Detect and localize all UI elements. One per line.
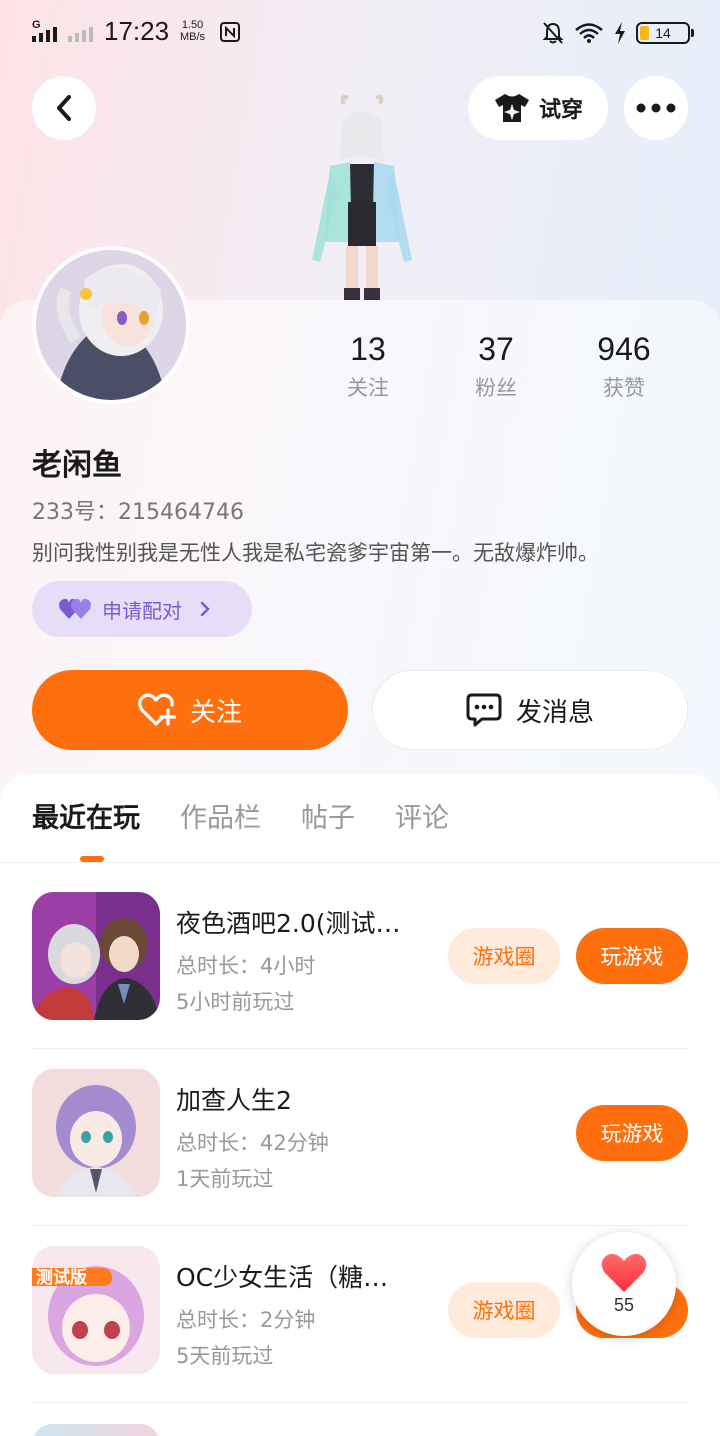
stat-likes-label: 获赞 [603,376,645,400]
network-label: G [32,19,41,31]
apply-pair-button[interactable]: 申请配对 [32,581,252,637]
nfc-icon [220,22,240,42]
clock: 17:23 [104,16,170,46]
game-last-played: 5小时前玩过 [176,990,295,1014]
profile-uid: 233号：215464746 [32,500,244,525]
try-on-button[interactable]: 试穿 [468,76,608,140]
speed-value: 1.50 [181,19,204,31]
game-title: 夜色酒吧2.0(测试… [176,909,401,938]
battery-level: 14 [655,25,671,41]
chat-bubble-icon [466,693,502,727]
profile-stats: 13 关注 37 粉丝 946 获赞 [304,330,688,402]
tab-recently-played[interactable]: 最近在玩 [32,802,140,836]
follow-button[interactable]: 关注 [32,670,348,750]
network-speed: 1.50 MB/s [180,19,205,43]
play-game-button[interactable]: 玩游戏 [576,1105,688,1161]
game-icon [32,1069,160,1197]
stat-followers-value: 37 [478,331,514,367]
stat-likes-value: 946 [597,331,651,367]
try-on-label: 试穿 [538,98,583,123]
apply-pair-label: 申请配对 [102,598,182,623]
back-button[interactable] [32,76,96,140]
game-row[interactable]: 加查人生2 总时长：42分钟 1天前玩过 玩游戏 [32,1049,688,1226]
profile-tabs: 最近在玩 作品栏 帖子 评论 [32,802,449,836]
game-last-played: 5天前玩过 [176,1344,274,1368]
wifi-icon [575,23,603,43]
tshirt-sparkle-icon [494,94,529,122]
game-duration: 总时长：4小时 [176,954,316,978]
game-circle-button[interactable]: 游戏圈 [448,1282,560,1338]
heart-icon [601,1253,647,1292]
test-version-badge: 测试版 [36,1267,87,1288]
game-icon: 测试版 [32,1246,160,1374]
double-heart-icon [59,598,91,619]
row-divider [32,1402,688,1403]
stat-followers-label: 粉丝 [475,376,517,400]
speed-unit: MB/s [180,31,206,43]
tab-comments[interactable]: 评论 [395,802,449,836]
tab-works[interactable]: 作品栏 [180,802,261,836]
game-row[interactable]: 夜色酒吧2.0(测试… 总时长：4小时 5小时前玩过 游戏圈 玩游戏 [32,872,688,1049]
game-icon-partial [32,1424,160,1436]
follow-label: 关注 [189,697,242,728]
stat-following[interactable]: 13 关注 [304,330,432,402]
battery-indicator: 14 [636,22,694,44]
send-message-label: 发消息 [515,697,594,728]
avatar-image [36,250,186,400]
chevron-right-icon [200,601,210,617]
avatar-3d-figure [312,94,412,300]
play-game-button[interactable]: 玩游戏 [576,928,688,984]
game-title: 加查人生2 [176,1086,292,1115]
stat-likes[interactable]: 946 获赞 [560,330,688,402]
more-dots-icon [636,103,676,113]
game-duration: 总时长：2分钟 [176,1308,316,1332]
stat-followers[interactable]: 37 粉丝 [432,330,560,402]
tab-posts[interactable]: 帖子 [301,802,355,836]
like-count: 55 [613,1294,635,1315]
game-last-played: 1天前玩过 [176,1167,274,1191]
game-duration: 总时长：42分钟 [176,1131,329,1155]
profile-name: 老闲鱼 [32,448,122,483]
game-icon [32,892,160,1020]
like-fab[interactable]: 55 [572,1232,676,1336]
stat-following-value: 13 [350,331,386,367]
status-bar: G 17:23 1.50 MB/s 14 [0,0,720,66]
profile-bio: 别问我性别我是无性人我是私宅瓷爹宇宙第一。无敌爆炸帅。 [32,541,599,565]
charging-icon [615,22,625,44]
stat-following-label: 关注 [347,376,389,400]
heart-plus-icon [138,693,176,726]
game-circle-button[interactable]: 游戏圈 [448,928,560,984]
signal-icon: G [32,19,93,42]
mute-bell-icon [542,22,564,44]
game-title: OC少女生活（糖… [176,1263,389,1292]
chevron-left-icon [57,95,71,121]
tabs-divider [0,862,720,863]
send-message-button[interactable]: 发消息 [372,670,688,750]
profile-avatar[interactable] [32,246,190,404]
more-button[interactable] [624,76,688,140]
